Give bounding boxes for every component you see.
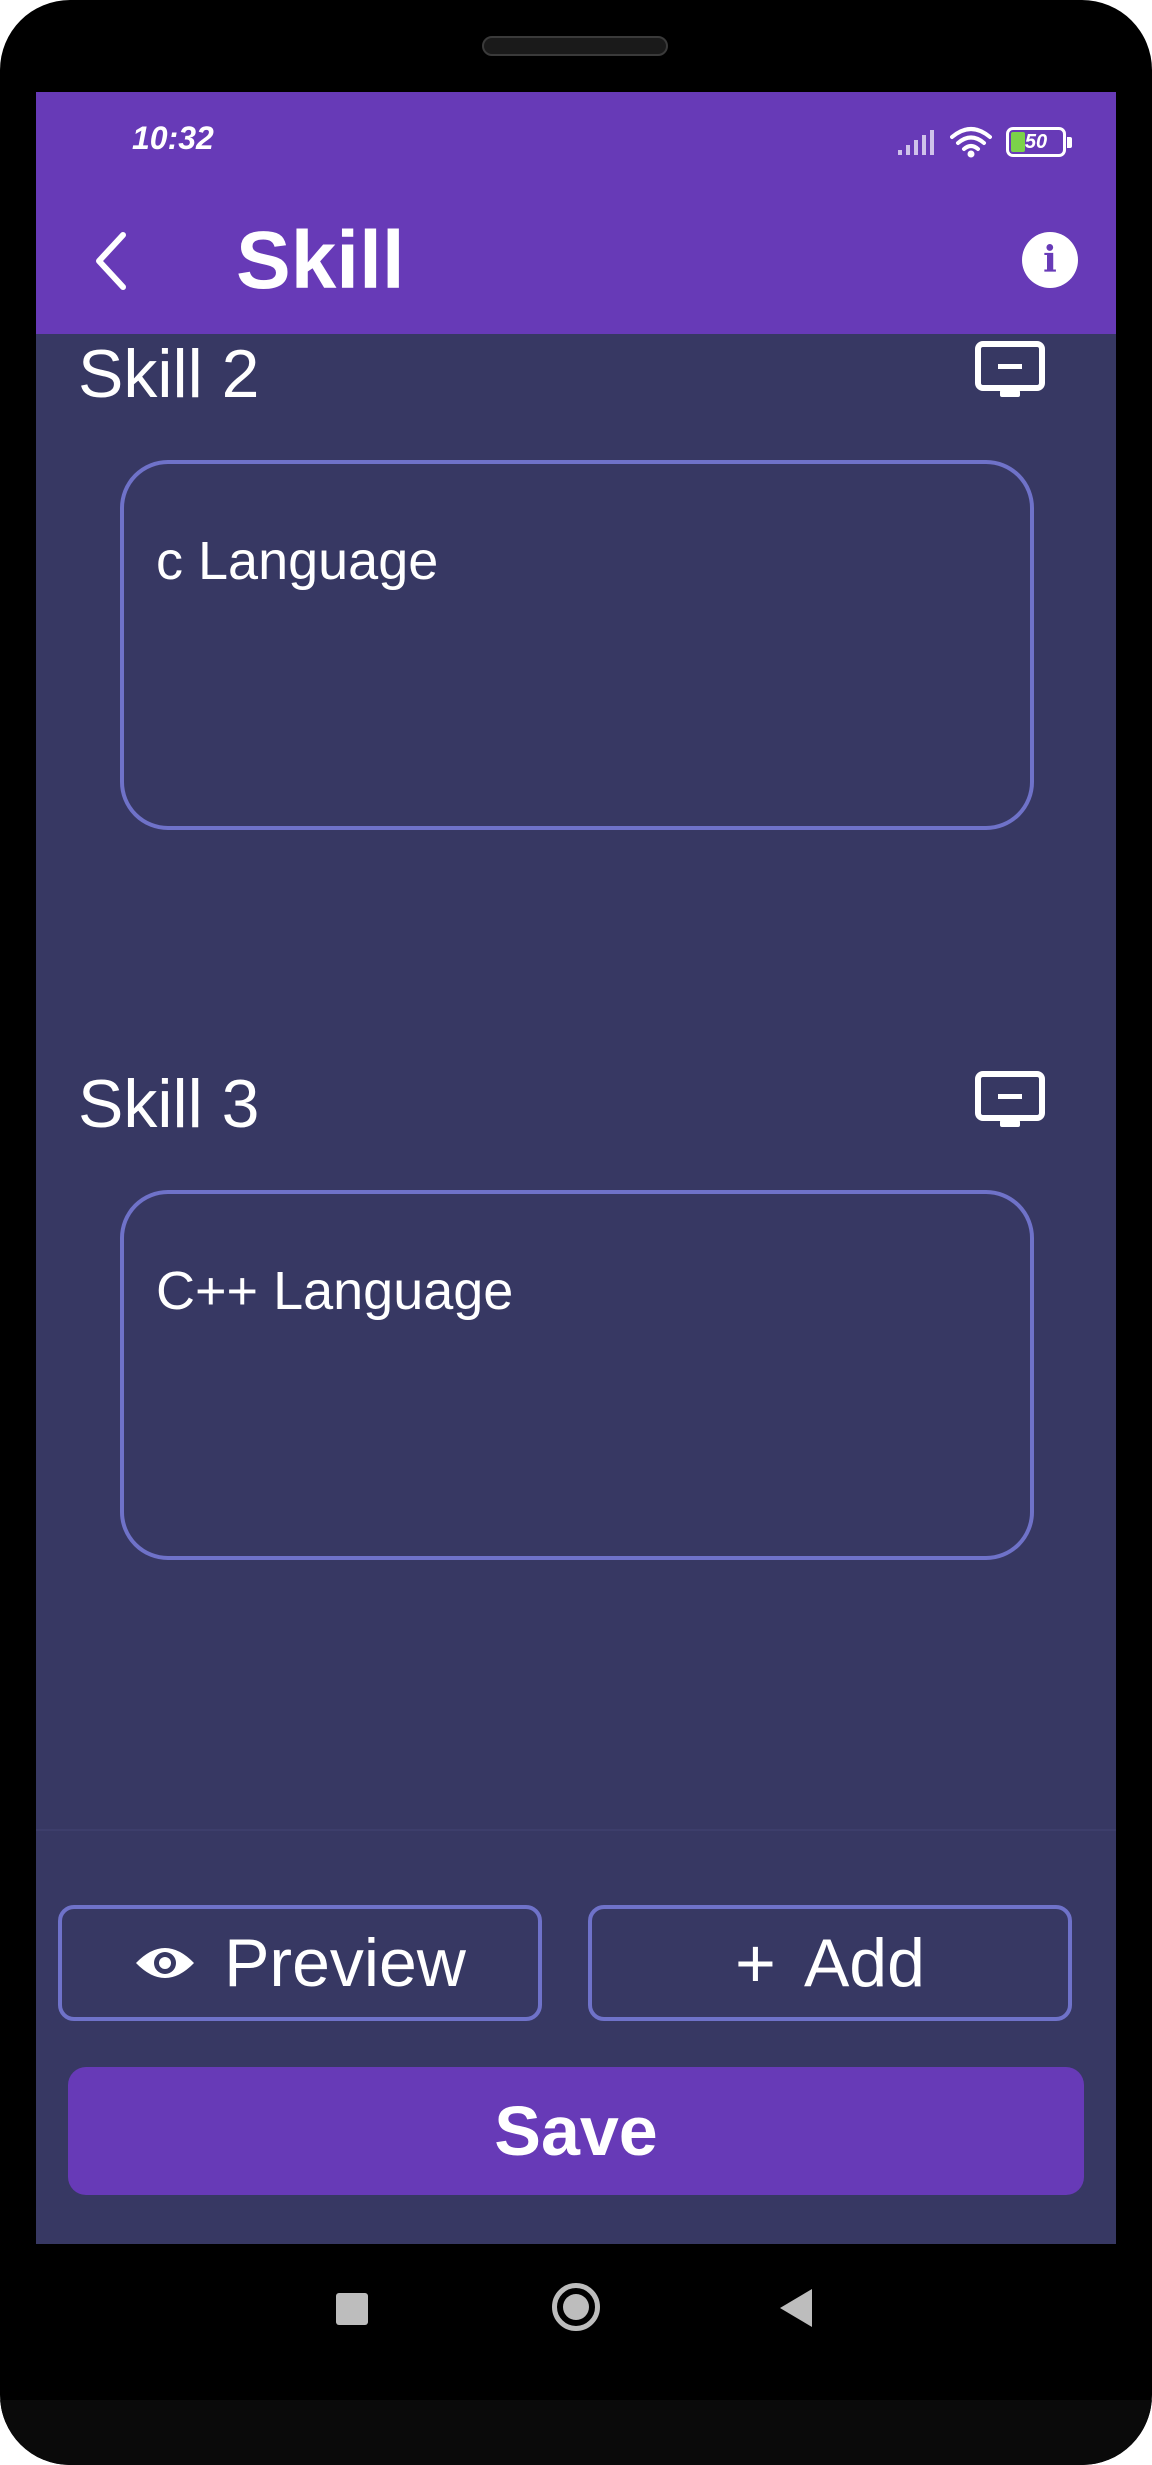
skills-list: Skill 2 c Language Skill 3 C++ Language: [36, 334, 1116, 1829]
phone-frame: 10:32 50 Skill i Skill 2 c Language Skil…: [0, 0, 1152, 2465]
add-label: Add: [803, 1925, 925, 2001]
skill-value: c Language: [156, 531, 439, 591]
status-icons: 50: [896, 122, 1072, 162]
page-title: Skill: [236, 215, 405, 306]
bottom-bezel: [0, 2400, 1152, 2465]
plus-icon: +: [735, 1924, 776, 2002]
preview-button[interactable]: Preview: [58, 1905, 542, 2021]
system-nav-bar: [0, 2244, 1152, 2368]
add-skill-button[interactable]: + Add: [588, 1905, 1072, 2021]
status-bar: 10:32 50: [36, 92, 1116, 188]
status-time: 10:32: [132, 120, 214, 156]
earpiece-speaker: [482, 36, 668, 56]
battery-level: 50: [1024, 131, 1048, 153]
info-button[interactable]: i: [1022, 232, 1078, 288]
battery-icon: 50: [1006, 127, 1072, 157]
preview-label: Preview: [224, 1925, 466, 2001]
remove-box-icon: [975, 341, 1045, 397]
home-circle-icon[interactable]: [552, 2283, 600, 2331]
signal-icon: [898, 130, 934, 155]
remove-skill-button[interactable]: [974, 340, 1046, 402]
app-bar: Skill i: [36, 188, 1116, 334]
wifi-icon: [950, 127, 992, 158]
remove-skill-button[interactable]: [974, 1070, 1046, 1132]
skill-label: Skill 2: [78, 336, 260, 412]
save-button[interactable]: Save: [68, 2067, 1084, 2195]
recents-square-icon[interactable]: [336, 2293, 368, 2325]
remove-box-icon: [975, 1071, 1045, 1127]
eye-icon: [136, 1948, 195, 1978]
bottom-action-bar: Preview + Add Save: [36, 1829, 1116, 2244]
skill-value: C++ Language: [156, 1261, 514, 1321]
back-triangle-icon[interactable]: [780, 2289, 812, 2327]
back-button[interactable]: [76, 226, 146, 296]
skill-input-box[interactable]: C++ Language: [120, 1190, 1034, 1560]
skill-label: Skill 3: [78, 1066, 260, 1142]
info-icon: i: [1043, 239, 1057, 281]
chevron-left-icon: [96, 232, 126, 290]
app-screen: 10:32 50 Skill i Skill 2 c Language Skil…: [36, 92, 1116, 2244]
skill-input-box[interactable]: c Language: [120, 460, 1034, 830]
